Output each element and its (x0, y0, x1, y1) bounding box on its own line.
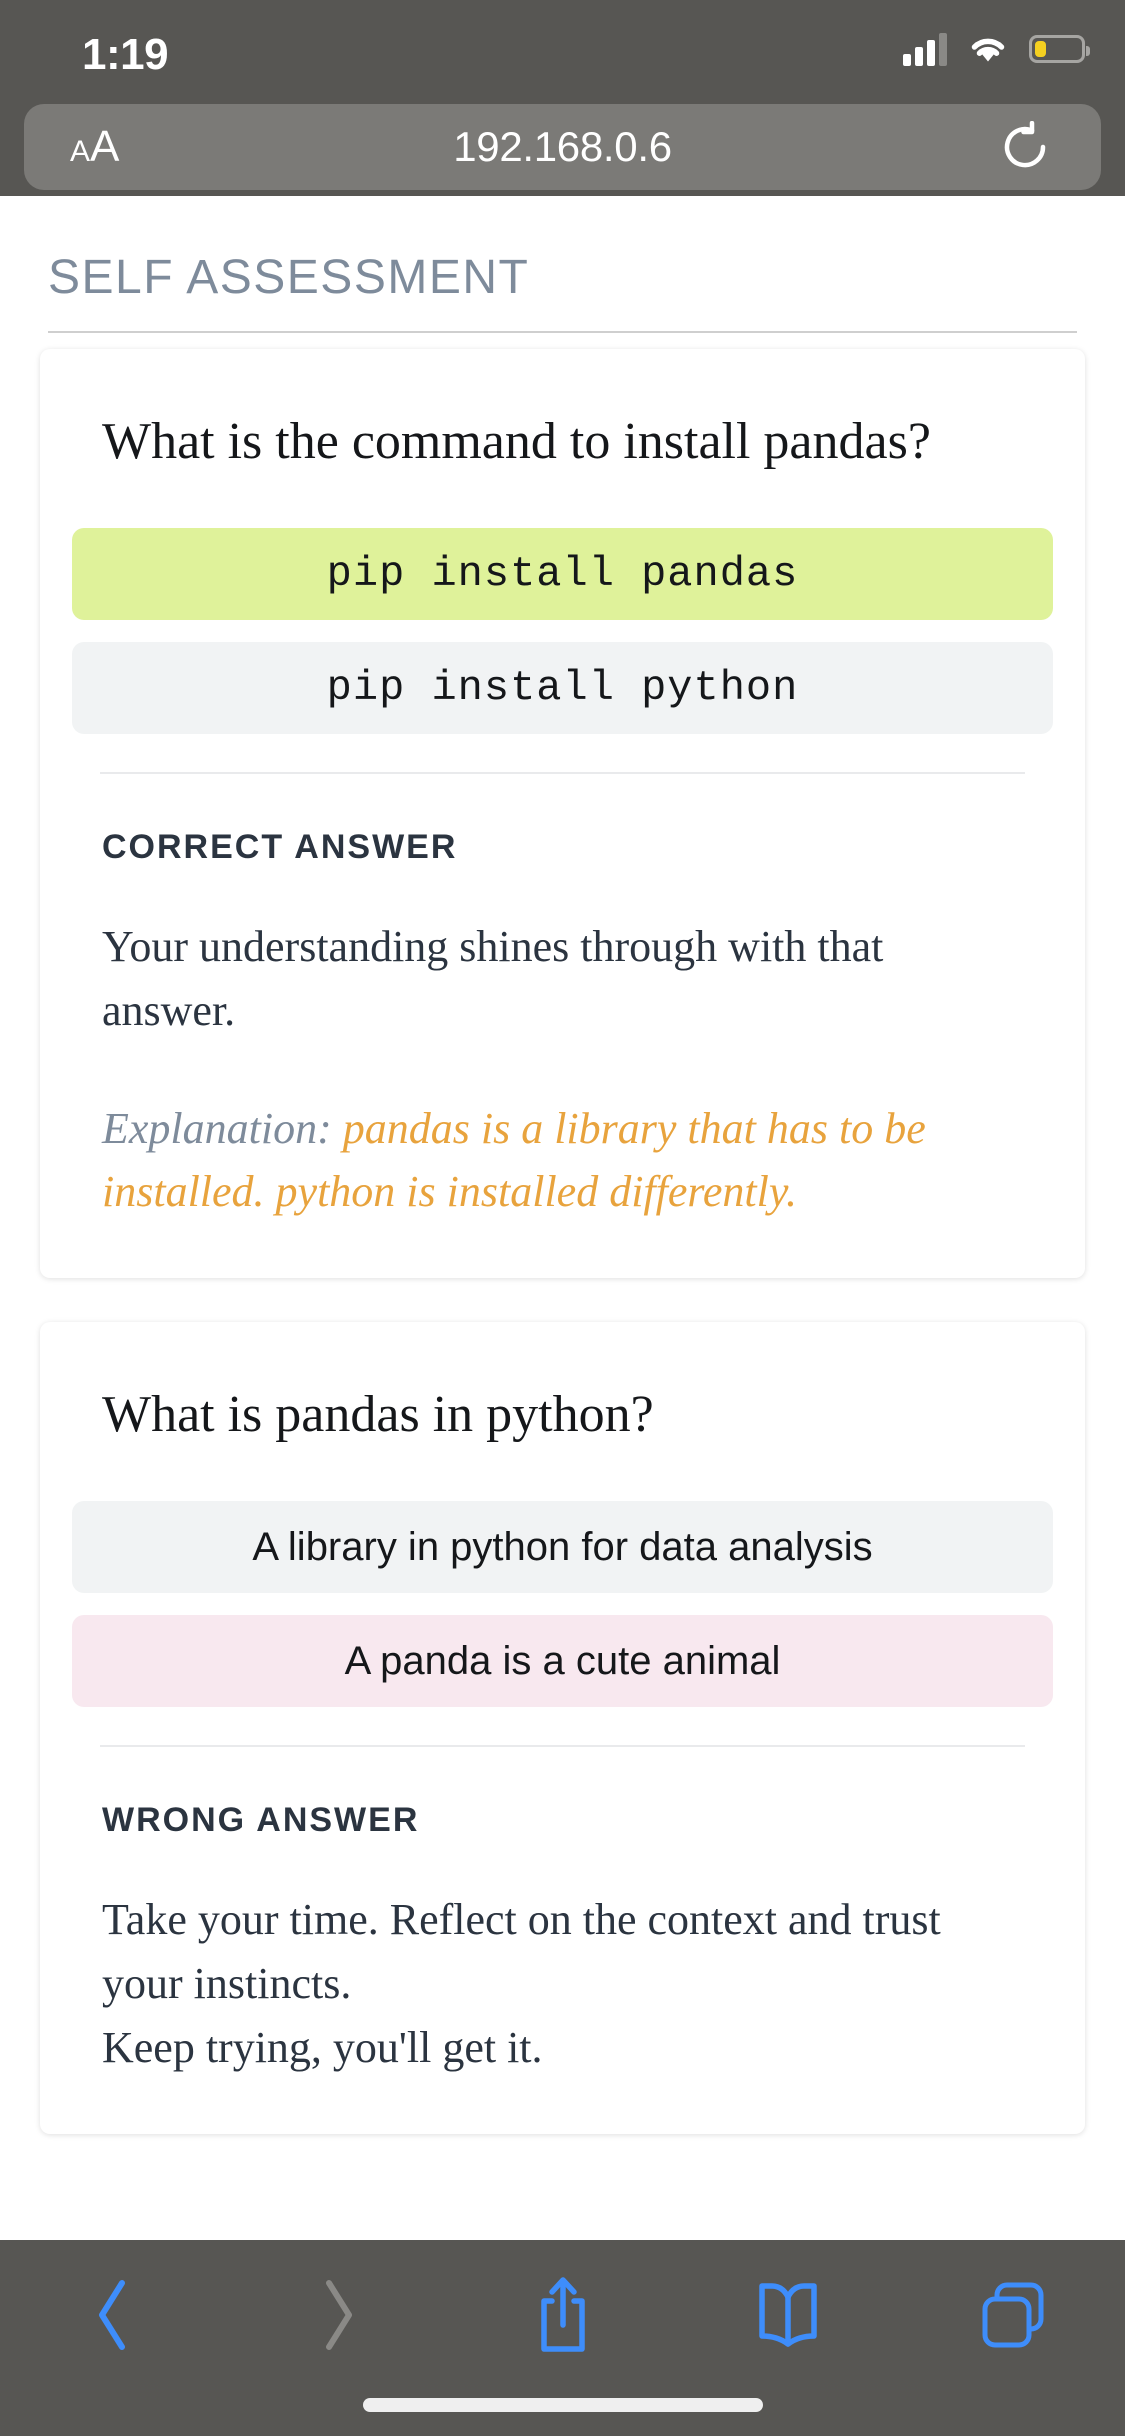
reload-icon[interactable] (999, 120, 1051, 173)
url-text[interactable]: 192.168.0.6 (24, 123, 1101, 171)
phone-screen: 1:19 AA 192.168.0.6 SELF ASSESSMENT What… (0, 0, 1125, 2436)
status-time: 1:19 (82, 30, 169, 79)
text-size-button[interactable]: AA (70, 125, 119, 169)
answer-option[interactable]: pip install python (72, 642, 1053, 734)
forward-button[interactable] (225, 2262, 450, 2372)
wifi-icon (967, 33, 1009, 65)
back-button[interactable] (0, 2262, 225, 2372)
feedback-text-extra: Keep trying, you'll get it. (102, 2022, 543, 2072)
feedback-text: Take your time. Reflect on the context a… (102, 1895, 941, 2008)
tabs-button[interactable] (900, 2262, 1125, 2372)
status-badge: CORRECT ANSWER (102, 828, 458, 866)
tabs-icon (977, 2279, 1049, 2356)
cellular-signal-icon (903, 32, 947, 66)
status-bar: 1:19 (0, 0, 1125, 96)
toolbar-icons (0, 2262, 1125, 2372)
title-divider (48, 331, 1077, 333)
home-indicator[interactable] (362, 2398, 763, 2412)
question-card: What is the command to install pandas? p… (40, 349, 1085, 1279)
status-badge: WRONG ANSWER (102, 1801, 420, 1840)
browser-chrome: AA 192.168.0.6 (0, 96, 1125, 196)
question-text: What is pandas in python? (102, 1386, 654, 1444)
card-divider (100, 1745, 1025, 1748)
explanation-label: Explanation: (102, 1103, 332, 1153)
feedback-text: Your understanding shines through with t… (102, 922, 884, 1035)
status-indicators (903, 32, 1090, 66)
explanation-text: Explanation: pandas is a library that ha… (102, 1097, 1023, 1225)
answer-option[interactable]: pip install pandas (72, 528, 1053, 620)
address-bar[interactable]: AA 192.168.0.6 (24, 104, 1101, 190)
page-title: SELF ASSESSMENT (48, 251, 530, 304)
web-page-content: SELF ASSESSMENT What is the command to i… (0, 196, 1125, 2240)
bookmarks-button[interactable] (675, 2262, 900, 2372)
battery-low-icon (1029, 35, 1090, 63)
share-button[interactable] (450, 2262, 675, 2372)
question-card: What is pandas in python? A library in p… (40, 1322, 1085, 2134)
share-icon (534, 2275, 592, 2360)
browser-toolbar (0, 2240, 1125, 2436)
bookmarks-icon (754, 2282, 822, 2352)
back-chevron-icon (90, 2277, 136, 2358)
card-divider (100, 772, 1025, 774)
answer-option[interactable]: A panda is a cute animal (72, 1615, 1053, 1708)
question-text: What is the command to install pandas? (102, 413, 931, 470)
answer-option[interactable]: A library in python for data analysis (72, 1501, 1053, 1594)
forward-chevron-icon (315, 2277, 361, 2358)
